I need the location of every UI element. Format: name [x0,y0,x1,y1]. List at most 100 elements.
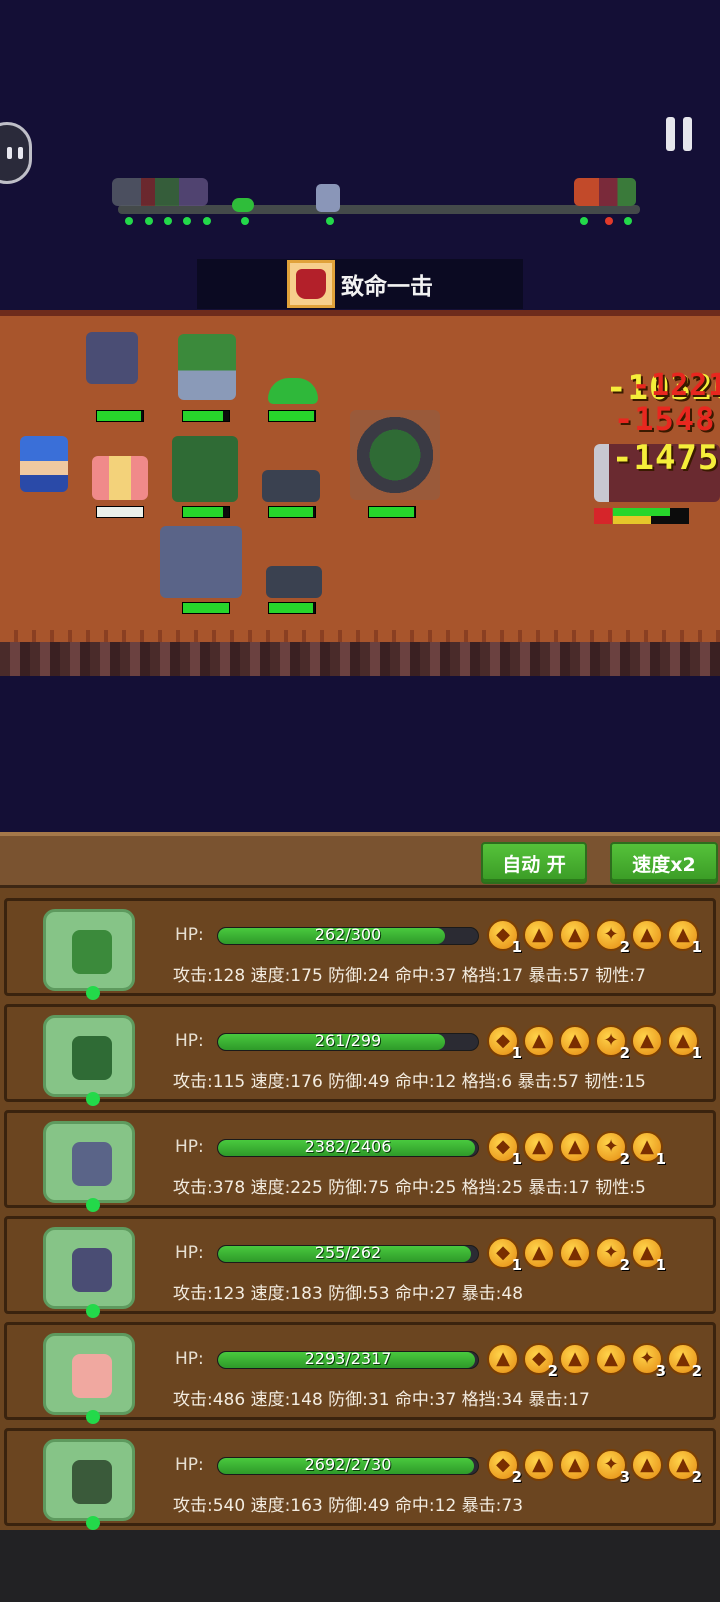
unit-avatar[interactable] [43,1333,135,1424]
badge-level: 1 [655,1256,666,1274]
arrow-up-icon[interactable]: ▲ [523,1025,555,1057]
hp-value: 261/299 [314,1031,382,1050]
arrow-up-icon[interactable]: ▲ [487,1343,519,1375]
arrow-up-icon[interactable]: ▲ 1 [631,1237,666,1274]
slime-sprite[interactable] [268,378,318,404]
arrow-up-icon[interactable]: ▲ [559,919,591,951]
unit-portrait [72,1036,112,1080]
shield-icon[interactable]: ◆ 2 [523,1343,558,1380]
unit-hp-bar [96,506,144,518]
hp-label: HP: [175,1031,204,1051]
badge-level: 1 [691,1044,702,1062]
arrow-up-icon[interactable]: ▲ 1 [667,919,702,956]
unit-hp-bar [268,602,316,614]
pause-icon [666,117,675,151]
arrow-up-icon[interactable]: ▲ [523,919,555,951]
hp-label: HP: [175,1455,204,1475]
arrow-up-icon[interactable]: ▲ [595,1343,627,1375]
swirl-icon[interactable]: ✦ 2 [595,1237,630,1274]
unit-stats: 攻击:128 速度:175 防御:24 命中:37 格挡:17 暴击:57 韧性… [173,966,646,986]
arrow-up-icon[interactable]: ▲ [559,1343,591,1375]
hp-label: HP: [175,925,204,945]
arrow-up-icon[interactable]: ▲ [559,1449,591,1481]
fairy-sprite[interactable] [92,456,148,500]
arrow-up-icon[interactable]: ▲ [631,1449,663,1481]
bird-unit-sprite[interactable] [86,332,138,384]
arrow-up-icon[interactable]: ▲ [631,1025,663,1057]
orc-warrior-sprite[interactable] [172,436,238,502]
unit-card[interactable]: HP: 261/299 攻击:115 速度:176 防御:49 命中:12 格挡… [4,1004,716,1106]
swirl-icon[interactable]: ✦ 2 [595,1025,630,1062]
swirl-icon[interactable]: ✦ 3 [595,1449,630,1486]
badge-level: 2 [547,1362,558,1380]
unit-card[interactable]: HP: 2692/2730 攻击:540 速度:163 防御:49 命中:12 … [4,1428,716,1530]
unit-portrait [72,1354,112,1398]
unit-avatar[interactable] [43,909,135,1000]
progress-dot [183,217,191,225]
auto-battle-button[interactable]: 自动 开 [481,842,587,884]
unit-card[interactable]: HP: 262/300 攻击:128 速度:175 防御:24 命中:37 格挡… [4,898,716,1000]
ghost-rider-sprite[interactable] [160,526,242,598]
speed-button[interactable]: 速度x2 [610,842,718,884]
arrow-up-icon[interactable]: ▲ [559,1131,591,1163]
status-dot [86,1410,100,1424]
skill-badges: ◆ 1 ▲ ▲ ✦ 2 ▲ 1 [487,1131,666,1168]
arrow-up-icon[interactable]: ▲ [523,1237,555,1269]
damage-number: -1548 [614,400,716,438]
hero-sprite[interactable] [20,436,68,492]
unit-hp-bar [368,506,416,518]
hp-label: HP: [175,1243,204,1263]
progress-dot [145,217,153,225]
progress-dot [326,217,334,225]
swirl-icon[interactable]: ✦ 2 [595,1131,630,1168]
arrow-up-icon[interactable]: ▲ [523,1449,555,1481]
shield-icon[interactable]: ◆ 2 [487,1449,522,1486]
arrow-up-icon[interactable]: ▲ [559,1237,591,1269]
pause-button[interactable] [662,117,696,151]
shield-icon[interactable]: ◆ 1 [487,1131,522,1168]
wolf-sprite[interactable] [266,566,322,598]
arrow-up-icon[interactable]: ▲ [523,1131,555,1163]
unit-hp-bar [182,506,230,518]
chat-bubble-button[interactable] [0,122,32,184]
arrow-up-icon[interactable]: ▲ 2 [667,1449,702,1486]
orc-knight-sprite[interactable] [350,410,440,500]
swirl-icon[interactable]: ✦ 2 [595,919,630,956]
goblin-rider-sprite[interactable] [178,334,236,400]
unit-card[interactable]: HP: 255/262 攻击:123 速度:183 防御:53 命中:27 暴击… [4,1216,716,1318]
arrow-up-icon[interactable]: ▲ 1 [631,1131,666,1168]
shield-icon[interactable]: ◆ 1 [487,1237,522,1274]
unit-portrait [72,1142,112,1186]
progress-dot [241,217,249,225]
arrow-up-icon[interactable]: ▲ [631,919,663,951]
hp-value: 2382/2406 [304,1137,392,1156]
unit-mini [316,184,340,212]
damage-number: -1221 [632,368,720,403]
unit-portrait [72,930,112,974]
unit-hp-bar [182,410,230,422]
shield-icon[interactable]: ◆ 1 [487,919,522,956]
hp-label: HP: [175,1349,204,1369]
unit-avatar[interactable] [43,1121,135,1212]
arrow-up-icon[interactable]: ▲ 1 [667,1025,702,1062]
critical-strike-icon [287,260,335,308]
badge-level: 2 [619,938,630,956]
skill-banner: 致命一击 [197,259,523,309]
wolf-sprite[interactable] [262,470,320,502]
unit-avatar[interactable] [43,1015,135,1106]
unit-avatar[interactable] [43,1439,135,1530]
shield-icon[interactable]: ◆ 1 [487,1025,522,1062]
arrow-up-icon[interactable]: ▲ 2 [667,1343,702,1380]
unit-card[interactable]: HP: 2382/2406 攻击:378 速度:225 防御:75 命中:25 … [4,1110,716,1212]
unit-stats: 攻击:378 速度:225 防御:75 命中:25 格挡:25 暴击:17 韧性… [173,1178,646,1198]
unit-avatar[interactable] [43,1227,135,1318]
arrow-up-icon[interactable]: ▲ [559,1025,591,1057]
hp-value: 2692/2730 [304,1455,392,1474]
swirl-icon[interactable]: ✦ 3 [631,1343,666,1380]
unit-stats: 攻击:115 速度:176 防御:49 命中:12 格挡:6 暴击:57 韧性:… [173,1072,646,1092]
hp-value: 255/262 [314,1243,382,1262]
skill-badges: ▲ ◆ 2 ▲ ▲ ✦ 3 ▲ 2 [487,1343,702,1380]
badge-level: 2 [619,1150,630,1168]
unit-card[interactable]: HP: 2293/2317 攻击:486 速度:148 防御:31 命中:37 … [4,1322,716,1424]
badge-level: 3 [655,1362,666,1380]
